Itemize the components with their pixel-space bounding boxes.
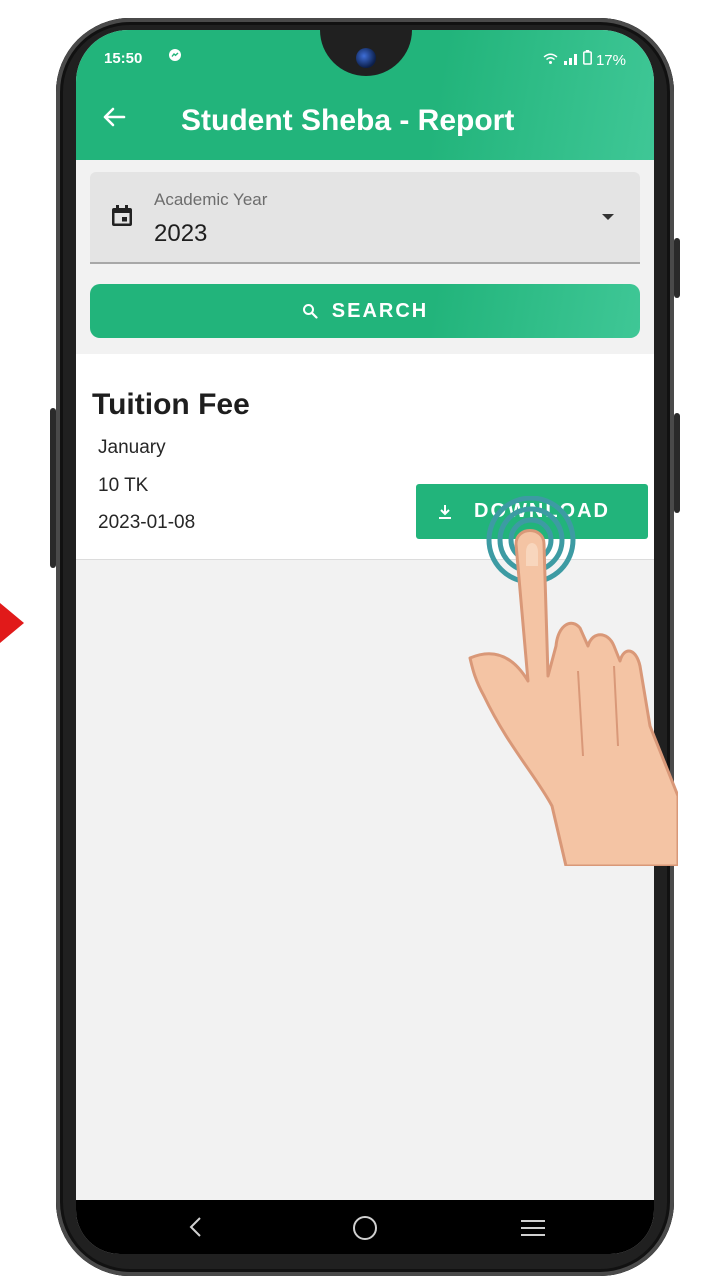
wifi-icon (543, 52, 562, 69)
nav-back-icon[interactable] (186, 1214, 206, 1240)
status-icons: 17% (543, 50, 626, 69)
status-time: 15:50 (104, 50, 143, 67)
battery-icon (582, 50, 596, 69)
field-value: 2023 (154, 220, 208, 247)
report-title: Tuition Fee (92, 388, 250, 421)
arrow-left-icon (103, 107, 126, 127)
search-icon (302, 304, 318, 319)
search-button-label: SEARCH (331, 299, 429, 322)
signal-icon (563, 52, 583, 69)
back-button[interactable] (102, 104, 126, 134)
download-icon (439, 504, 451, 519)
academic-year-select[interactable]: Academic Year 2023 (90, 172, 640, 264)
power-button (674, 238, 680, 298)
report-month: January (98, 437, 166, 458)
system-nav-bar (76, 1200, 654, 1254)
chevron-down-icon (602, 214, 614, 220)
nav-home-icon[interactable] (353, 1216, 377, 1240)
app-bar: 15:50 17% Student Sheba - Report (76, 30, 654, 160)
volume-button (50, 408, 56, 568)
highlight-arrow (0, 603, 24, 643)
report-amount: 10 TK (98, 475, 149, 496)
search-button[interactable]: SEARCH (90, 284, 640, 338)
messenger-icon (168, 48, 182, 66)
nav-recents-icon[interactable] (520, 1218, 546, 1238)
report-date: 2023-01-08 (98, 512, 196, 533)
page-title: Student Sheba - Report (181, 104, 515, 137)
front-camera (356, 48, 376, 68)
field-label: Academic Year (154, 190, 268, 209)
tapping-hand-illustration (468, 496, 678, 866)
battery-level: 17% (595, 52, 626, 69)
calendar-icon (112, 205, 132, 226)
